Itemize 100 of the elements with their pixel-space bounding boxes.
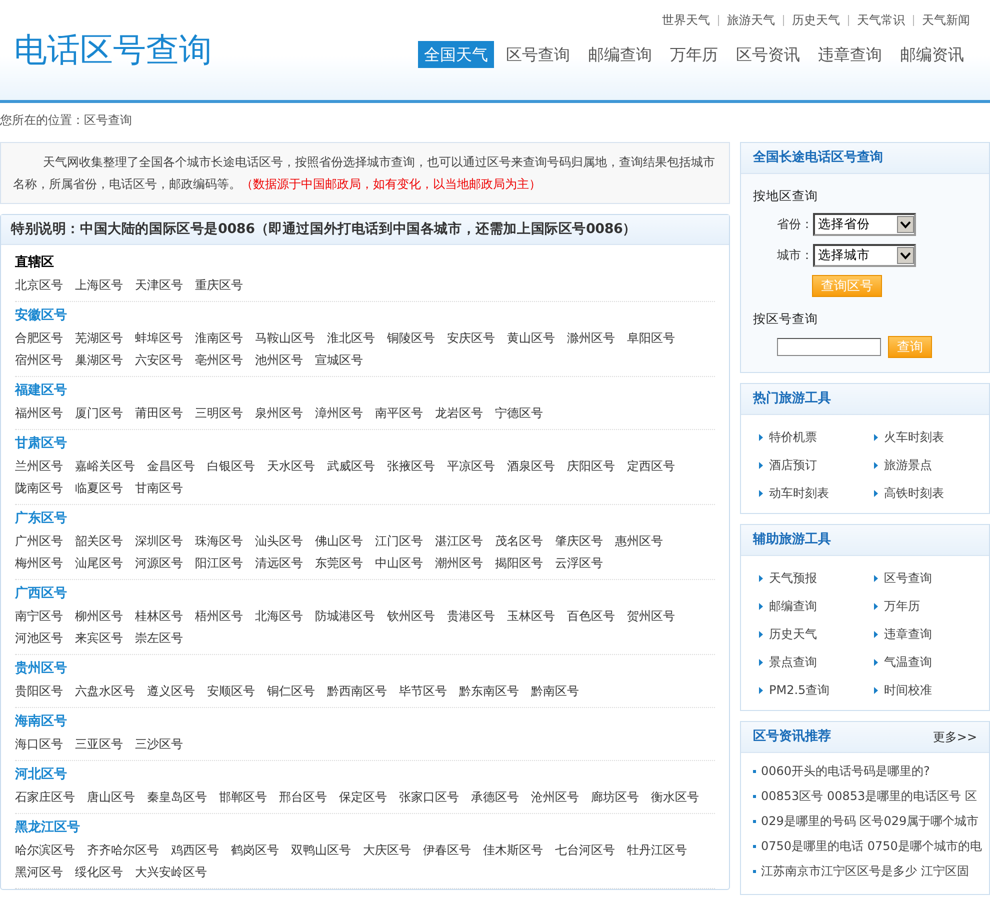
- city-link[interactable]: 鹤岗区号: [231, 839, 279, 861]
- city-link[interactable]: 漳州区号: [315, 402, 363, 424]
- city-link[interactable]: 淮北区号: [327, 327, 375, 349]
- tool-link[interactable]: 历史天气: [769, 620, 817, 648]
- city-link[interactable]: 百色区号: [567, 605, 615, 627]
- province-link[interactable]: 甘肃区号: [15, 433, 67, 455]
- site-logo[interactable]: 电话区号查询: [14, 30, 212, 70]
- province-link[interactable]: 海南区号: [15, 711, 67, 733]
- city-link[interactable]: 武威区号: [327, 455, 375, 477]
- city-link[interactable]: 潮州区号: [435, 552, 483, 574]
- city-link[interactable]: 云浮区号: [555, 552, 603, 574]
- city-link[interactable]: 宣城区号: [315, 349, 363, 371]
- city-link[interactable]: 合肥区号: [15, 327, 63, 349]
- city-link[interactable]: 河池区号: [15, 627, 63, 649]
- city-link[interactable]: 惠州区号: [615, 530, 663, 552]
- city-link[interactable]: 庆阳区号: [567, 455, 615, 477]
- tool-link[interactable]: 酒店预订: [769, 451, 817, 479]
- city-link[interactable]: 定西区号: [627, 455, 675, 477]
- city-link[interactable]: 芜湖区号: [75, 327, 123, 349]
- city-link[interactable]: 滁州区号: [567, 327, 615, 349]
- city-link[interactable]: 南宁区号: [15, 605, 63, 627]
- city-link[interactable]: 张掖区号: [387, 455, 435, 477]
- city-link[interactable]: 宿州区号: [15, 349, 63, 371]
- province-link[interactable]: 福建区号: [15, 380, 67, 402]
- tool-link[interactable]: 高铁时刻表: [884, 479, 944, 507]
- province-link[interactable]: 黑龙江区号: [15, 817, 80, 839]
- city-link[interactable]: 石家庄区号: [15, 786, 75, 808]
- city-link[interactable]: 梅州区号: [15, 552, 63, 574]
- city-link[interactable]: 玉林区号: [507, 605, 555, 627]
- city-link[interactable]: 梧州区号: [195, 605, 243, 627]
- city-link[interactable]: 六盘水区号: [75, 680, 135, 702]
- city-link[interactable]: 秦皇岛区号: [147, 786, 207, 808]
- city-link[interactable]: 邢台区号: [279, 786, 327, 808]
- nav-tab[interactable]: 万年历: [664, 41, 724, 68]
- news-link[interactable]: 00853区号 00853是哪里的电话区号 区: [761, 784, 977, 809]
- top-link[interactable]: 历史天气: [792, 12, 840, 29]
- city-link[interactable]: 黔东南区号: [459, 680, 519, 702]
- city-link[interactable]: 防城港区号: [315, 605, 375, 627]
- city-link[interactable]: 陇南区号: [15, 477, 63, 499]
- city-link[interactable]: 天津区号: [135, 274, 183, 296]
- province-link[interactable]: 广东区号: [15, 508, 67, 530]
- tool-link[interactable]: 动车时刻表: [769, 479, 829, 507]
- city-link[interactable]: 六安区号: [135, 349, 183, 371]
- city-link[interactable]: 安庆区号: [447, 327, 495, 349]
- city-link[interactable]: 龙岩区号: [435, 402, 483, 424]
- city-link[interactable]: 保定区号: [339, 786, 387, 808]
- city-link[interactable]: 湛江区号: [435, 530, 483, 552]
- tool-link[interactable]: 邮编查询: [769, 592, 817, 620]
- nav-tab[interactable]: 区号资讯: [730, 41, 806, 68]
- city-link[interactable]: 马鞍山区号: [255, 327, 315, 349]
- city-link[interactable]: 伊春区号: [423, 839, 471, 861]
- city-link[interactable]: 巢湖区号: [75, 349, 123, 371]
- province-select[interactable]: 选择省份: [813, 213, 916, 236]
- city-link[interactable]: 泉州区号: [255, 402, 303, 424]
- top-link[interactable]: 天气新闻: [922, 12, 970, 29]
- city-link[interactable]: 齐齐哈尔区号: [87, 839, 159, 861]
- city-link[interactable]: 大兴安岭区号: [135, 861, 207, 883]
- tool-link[interactable]: 时间校准: [884, 676, 932, 704]
- nav-tab[interactable]: 全国天气: [418, 41, 494, 68]
- city-link[interactable]: 江门区号: [375, 530, 423, 552]
- city-link[interactable]: 钦州区号: [387, 605, 435, 627]
- top-link[interactable]: 旅游天气: [727, 12, 775, 29]
- more-link[interactable]: 更多>>: [932, 722, 977, 752]
- tool-link[interactable]: 景点查询: [769, 648, 817, 676]
- city-link[interactable]: 南平区号: [375, 402, 423, 424]
- city-link[interactable]: 七台河区号: [555, 839, 615, 861]
- tool-link[interactable]: 气温查询: [884, 648, 932, 676]
- city-link[interactable]: 揭阳区号: [495, 552, 543, 574]
- city-link[interactable]: 嘉峪关区号: [75, 455, 135, 477]
- city-link[interactable]: 绥化区号: [75, 861, 123, 883]
- tool-link[interactable]: 天气预报: [769, 564, 817, 592]
- city-link[interactable]: 汕尾区号: [75, 552, 123, 574]
- city-link[interactable]: 三沙区号: [135, 733, 183, 755]
- city-link[interactable]: 黔西南区号: [327, 680, 387, 702]
- nav-tab[interactable]: 邮编查询: [582, 41, 658, 68]
- city-link[interactable]: 中山区号: [375, 552, 423, 574]
- city-link[interactable]: 邯郸区号: [219, 786, 267, 808]
- city-link[interactable]: 阳江区号: [195, 552, 243, 574]
- city-link[interactable]: 莆田区号: [135, 402, 183, 424]
- city-link[interactable]: 崇左区号: [135, 627, 183, 649]
- city-link[interactable]: 清远区号: [255, 552, 303, 574]
- city-link[interactable]: 安顺区号: [207, 680, 255, 702]
- province-link[interactable]: 广西区号: [15, 583, 67, 605]
- tool-link[interactable]: 万年历: [884, 592, 920, 620]
- city-link[interactable]: 柳州区号: [75, 605, 123, 627]
- city-link[interactable]: 黄山区号: [507, 327, 555, 349]
- city-link[interactable]: 毕节区号: [399, 680, 447, 702]
- city-link[interactable]: 肇庆区号: [555, 530, 603, 552]
- city-link[interactable]: 重庆区号: [195, 274, 243, 296]
- city-link[interactable]: 淮南区号: [195, 327, 243, 349]
- news-link[interactable]: 0750是哪里的电话 0750是哪个城市的电: [761, 834, 982, 859]
- city-link[interactable]: 白银区号: [207, 455, 255, 477]
- city-link[interactable]: 衡水区号: [651, 786, 699, 808]
- city-link[interactable]: 三明区号: [195, 402, 243, 424]
- city-link[interactable]: 廊坊区号: [591, 786, 639, 808]
- city-link[interactable]: 黔南区号: [531, 680, 579, 702]
- province-link[interactable]: 安徽区号: [15, 305, 67, 327]
- city-link[interactable]: 酒泉区号: [507, 455, 555, 477]
- city-link[interactable]: 张家口区号: [399, 786, 459, 808]
- tool-link[interactable]: 区号查询: [884, 564, 932, 592]
